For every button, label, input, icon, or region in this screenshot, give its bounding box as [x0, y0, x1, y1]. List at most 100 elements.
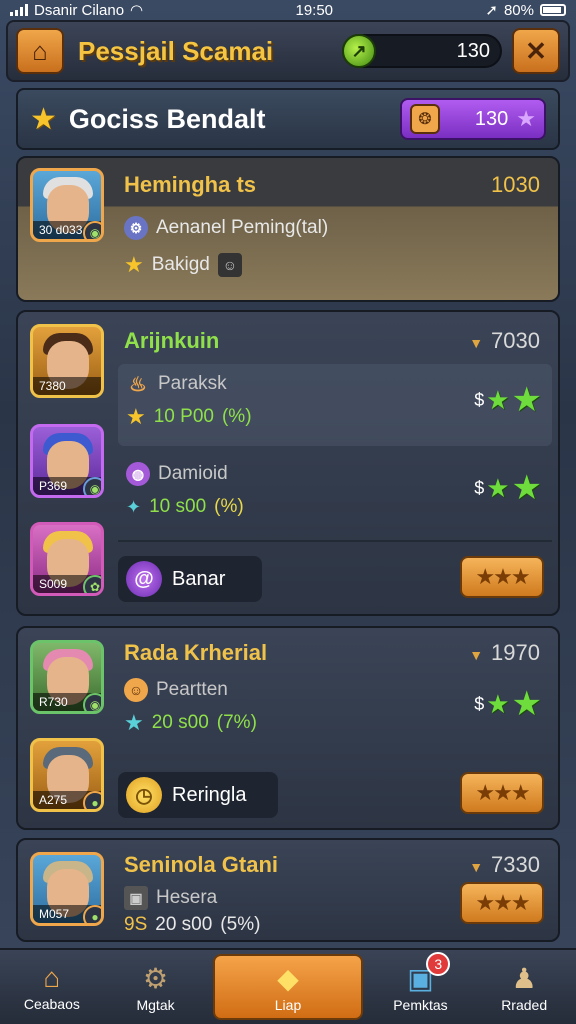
offer-amount: ★ 20 s00 (7%) — [124, 710, 257, 735]
green-star-icon: ★ — [486, 688, 510, 719]
banner-button[interactable]: @ Banar — [118, 556, 262, 602]
gem-icon: ◆ — [277, 962, 299, 994]
rating-stars: $ ★ ★ — [474, 469, 542, 507]
hero-tag: 7380 — [33, 377, 101, 395]
stars-icon: ★★★ — [475, 564, 530, 589]
carrier-label: Dsanir Cilano — [34, 1, 125, 19]
home-icon: ⌂ — [32, 35, 48, 66]
stars-icon: ★★★ — [475, 780, 530, 805]
gold-coin-icon: ☺ — [124, 678, 148, 702]
home-button[interactable]: ⌂ — [16, 28, 64, 74]
coin-badge-icon: ● — [83, 791, 101, 809]
team-card-3[interactable]: M057 ● Seninola Gtani ▼ 7330 ▣ Hesera 9S … — [16, 838, 560, 942]
swirl-icon: @ — [126, 561, 162, 597]
offer-title: ◍ Damioid — [126, 462, 228, 486]
offer-amount: 9S 20 s00 (5%) — [124, 914, 261, 935]
wifi-icon: ◠ — [130, 2, 144, 19]
green-star-icon: ★ — [486, 472, 510, 503]
divider — [118, 540, 552, 542]
notification-badge: 3 — [426, 952, 451, 976]
hero-portrait[interactable]: A275 ● — [30, 738, 104, 812]
card-score: ▼ 1970 — [469, 640, 540, 665]
currency-display: ↗ 130 — [342, 34, 502, 68]
card-name: Seninola Gtani — [124, 852, 279, 877]
chevron-down-icon: ▼ — [469, 335, 484, 351]
battery-icon — [539, 4, 566, 16]
house-icon: ⌂ — [43, 962, 61, 993]
chevron-down-icon: ▼ — [469, 647, 484, 663]
gear-icon: ⚙ — [143, 962, 169, 994]
star-icon: ★ — [124, 252, 144, 277]
currency-value: 130 — [456, 39, 490, 62]
upgrade-button[interactable]: ★★★ — [460, 882, 544, 924]
clock: 19:50 — [295, 1, 334, 19]
section-header: ★ Gociss Bendalt ❂ 130 ★ — [16, 88, 560, 150]
green-star-icon: ★ — [486, 384, 510, 415]
chevron-down-icon: ▼ — [469, 859, 484, 875]
sparkle-icon: ✦ — [126, 496, 142, 517]
green-star-icon: ★ — [511, 469, 542, 507]
premium-value: 130 — [474, 107, 509, 130]
featured-score: 1030 — [491, 172, 540, 197]
flame-icon: ♨ — [129, 373, 147, 396]
offer-amount: ✦ 10 s00 (%) — [126, 496, 244, 517]
featured-card[interactable]: 30 d033 ◉ Hemingha ts 1030 ⚙ Aenanel Pem… — [16, 156, 560, 302]
upgrade-button[interactable]: ★★★ — [460, 772, 544, 814]
skill-icon: ⚙ — [124, 216, 148, 240]
offer-title: ☺ Peartten — [124, 678, 228, 702]
star-icon: ★ — [30, 102, 57, 136]
featured-line-1: ⚙ Aenanel Peming(tal) — [124, 216, 328, 240]
star-icon: ★ — [124, 710, 144, 735]
star-icon: ★ — [516, 106, 536, 131]
action-button[interactable]: ◷ Reringla — [118, 772, 278, 818]
bottom-nav: ⌂ Ceabaos ⚙ Mgtak ◆ Liap ▣ Pemktas 3 ♟ R… — [0, 948, 576, 1024]
screen-title: Pessjail Scamai — [78, 35, 274, 66]
offer-title: ▣ Hesera — [124, 886, 217, 910]
hero-portrait[interactable]: M057 ● — [30, 852, 104, 926]
coin-badge-icon: ● — [83, 905, 101, 923]
rating-stars: $ ★ ★ — [474, 381, 542, 419]
green-star-icon: ★ — [511, 685, 542, 723]
shield-icon: ◉ — [83, 477, 101, 495]
upgrade-button[interactable]: ★★★ — [460, 556, 544, 598]
coin-icon: ↗ — [342, 34, 376, 68]
hero-portrait[interactable]: R730 ◉ — [30, 640, 104, 714]
featured-name: Hemingha ts — [124, 172, 257, 197]
nav-item-active[interactable]: ◆ Liap — [213, 954, 363, 1020]
orb-icon: ◍ — [126, 462, 150, 486]
location-icon: ➚ — [485, 2, 498, 19]
team-card-2[interactable]: R730 ◉ A275 ● Rada Krherial ▼ 1970 ☺ Pear… — [16, 626, 560, 830]
nav-item-profile[interactable]: ♟ Rraded — [472, 950, 576, 1024]
box-icon: ▣ — [124, 886, 148, 910]
shield-icon: ◉ — [83, 693, 101, 711]
hero-portrait[interactable]: 30 d033 ◉ — [30, 168, 104, 242]
featured-line-2: ★ Bakigd ☺ — [124, 252, 242, 278]
stars-icon: ★★★ — [475, 890, 530, 915]
top-bar: ⌂ Pessjail Scamai ↗ 130 ✕ — [6, 20, 570, 82]
rating-stars: $ ★ ★ — [474, 685, 542, 723]
nav-item-home[interactable]: ⌂ Ceabaos — [0, 950, 104, 1024]
team-card-1[interactable]: 7380 P369 ◉ S009 ✿ Arijnkuin ▼ 7030 ♨ Par… — [16, 310, 560, 616]
leaf-icon: ✿ — [83, 575, 101, 593]
premium-currency-button[interactable]: ❂ 130 ★ — [400, 98, 546, 140]
close-icon: ✕ — [525, 35, 547, 66]
mini-portrait-icon: ☺ — [217, 253, 242, 277]
card-score: ▼ 7330 — [469, 852, 540, 877]
hero-portrait[interactable]: 7380 — [30, 324, 104, 398]
status-bar: Dsanir Cilano ◠ 19:50 ➚ 80% — [0, 0, 576, 20]
section-title: Gociss Bendalt — [68, 103, 266, 134]
star-icon: ★ — [126, 404, 146, 429]
green-star-icon: ★ — [511, 381, 542, 419]
hero-portrait[interactable]: S009 ✿ — [30, 522, 104, 596]
shield-icon: ◉ — [83, 221, 101, 239]
card-name: Arijnkuin — [124, 328, 220, 353]
clock-icon: ◷ — [126, 777, 162, 813]
offer-amount: ★ 10 P00 (%) — [126, 404, 252, 429]
hero-portrait[interactable]: P369 ◉ — [30, 424, 104, 498]
nav-item-shop[interactable]: ▣ Pemktas 3 — [369, 950, 473, 1024]
battery-percent: 80% — [503, 1, 534, 19]
offer-title: ♨ Paraksk — [126, 372, 227, 396]
signal-icon — [10, 4, 28, 16]
nav-item-settings[interactable]: ⚙ Mgtak — [104, 950, 208, 1024]
close-button[interactable]: ✕ — [512, 28, 560, 74]
